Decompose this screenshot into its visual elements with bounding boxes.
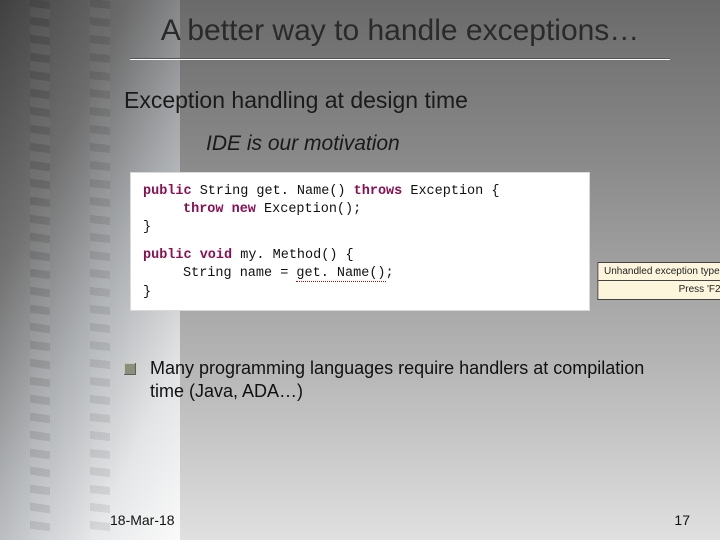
code-text: } <box>143 220 151 235</box>
slide-title: A better way to handle exceptions… <box>120 12 680 58</box>
footer-date: 18-Mar-18 <box>110 512 175 528</box>
tooltip-message: Unhandled exception type Exception <box>597 262 720 282</box>
code-text: my. Method() { <box>232 248 354 263</box>
code-text: ; <box>386 266 394 281</box>
code-error-underline: get. Name() <box>296 266 385 282</box>
code-screenshot: public String get. Name() throws Excepti… <box>130 172 590 311</box>
code-keyword: throws <box>354 184 403 199</box>
code-text: } <box>143 285 151 300</box>
code-keyword: throw new <box>183 202 256 217</box>
slide: A better way to handle exceptions… Excep… <box>0 0 720 540</box>
tooltip-hint: Press 'F2' for focus. <box>597 281 720 300</box>
footer-page-number: 17 <box>674 512 690 528</box>
bullet-item: Many programming languages require handl… <box>124 357 680 404</box>
slide-footer: 18-Mar-18 17 <box>110 512 690 528</box>
code-text: String get. Name() <box>192 184 354 199</box>
code-keyword: public <box>143 184 192 199</box>
code-text: String name = <box>183 266 296 281</box>
title-divider <box>130 58 670 59</box>
section-heading: Exception handling at design time <box>124 87 680 114</box>
code-keyword: public void <box>143 248 232 263</box>
error-tooltip: Unhandled exception type Exception Press… <box>597 262 720 300</box>
code-text: Exception { <box>402 184 499 199</box>
bullet-icon <box>124 363 136 375</box>
bullet-text: Many programming languages require handl… <box>150 357 680 404</box>
motivation-text: IDE is our motivation <box>206 132 680 156</box>
code-text: Exception(); <box>256 202 361 217</box>
